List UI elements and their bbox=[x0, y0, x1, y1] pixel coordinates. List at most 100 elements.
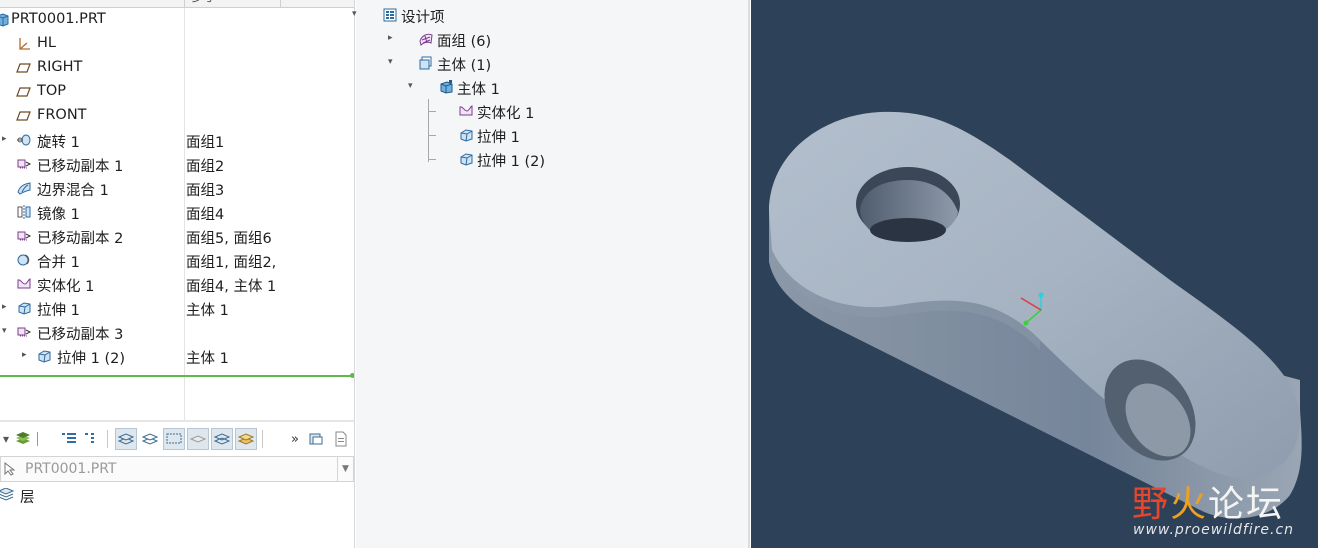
tree-item-label: 边界混合 1 bbox=[37, 183, 109, 199]
extrude-icon bbox=[458, 127, 474, 143]
layers-icon[interactable] bbox=[12, 428, 34, 450]
design-item[interactable]: ▾ 主体 (1) bbox=[356, 51, 736, 75]
insert-indicator-handle[interactable] bbox=[350, 373, 354, 378]
tree-item-label: 已移动副本 2 bbox=[37, 231, 124, 247]
quilt-icon bbox=[418, 31, 434, 47]
layer-label: 层 bbox=[20, 490, 35, 506]
layer-properties-icon[interactable] bbox=[235, 428, 257, 450]
tree-item-reference: 主体 1 bbox=[186, 303, 229, 319]
tree-item[interactable]: ▸ 拉伸 1 主体 1 bbox=[0, 296, 354, 320]
toolbar-separator bbox=[107, 430, 108, 448]
tree-item-reference: 面组3 bbox=[186, 183, 225, 199]
pointer-icon bbox=[4, 462, 15, 476]
3d-model-view[interactable] bbox=[751, 0, 1318, 548]
layer-unblank-icon[interactable] bbox=[211, 428, 233, 450]
tree-item-label: 拉伸 1 (2) bbox=[57, 351, 125, 367]
bodies-icon bbox=[418, 55, 434, 71]
design-item-label: 设计项 bbox=[401, 10, 445, 26]
expand-down-icon[interactable]: ▾ bbox=[388, 57, 393, 67]
moved-copy-icon bbox=[16, 156, 32, 172]
tree-item[interactable]: 镜像 1 面组4 bbox=[0, 200, 354, 224]
tree-item-label: TOP bbox=[37, 83, 67, 99]
moved-copy-icon bbox=[16, 228, 32, 244]
tree-item[interactable]: 合并 1 面组1, 面组2, bbox=[0, 248, 354, 272]
watermark-part3: 论坛 bbox=[1208, 484, 1285, 525]
watermark-part1: 野 bbox=[1132, 484, 1171, 525]
tree-item[interactable]: ▸ 旋转 1 面组1 bbox=[0, 128, 354, 152]
layer-blank-icon[interactable] bbox=[187, 428, 209, 450]
toolbar-grip bbox=[37, 432, 38, 446]
tree-item[interactable]: 边界混合 1 面组3 bbox=[0, 176, 354, 200]
tree-item[interactable]: TOP bbox=[0, 80, 354, 104]
layer-settings-icon[interactable] bbox=[305, 428, 327, 450]
expand-right-icon[interactable]: ▸ bbox=[388, 33, 393, 43]
expand-down-icon[interactable]: ▾ bbox=[2, 326, 12, 336]
csys-icon bbox=[16, 36, 32, 52]
design-item-label: 拉伸 1 bbox=[477, 130, 520, 146]
layer-isolate-icon[interactable] bbox=[163, 428, 185, 450]
expand-down-icon[interactable]: ▾ bbox=[352, 9, 357, 19]
expand-right-icon[interactable]: ▸ bbox=[22, 350, 32, 360]
design-item[interactable]: ▸ 面组 (6) bbox=[356, 27, 736, 51]
datum-plane-icon bbox=[16, 60, 32, 76]
design-item[interactable]: 拉伸 1 (2) bbox=[356, 147, 736, 171]
document-icon[interactable] bbox=[330, 428, 352, 450]
design-item[interactable]: 拉伸 1 bbox=[356, 123, 736, 147]
tree-item[interactable]: 已移动副本 2 面组5, 面组6 bbox=[0, 224, 354, 248]
tree-item[interactable]: 实体化 1 面组4, 主体 1 bbox=[0, 272, 354, 296]
design-item[interactable]: ▾ 主体 1 bbox=[356, 75, 736, 99]
extrude-icon bbox=[458, 151, 474, 167]
tree-item[interactable]: RIGHT bbox=[0, 56, 354, 80]
active-model-select[interactable]: PRT0001.PRT ▼ bbox=[0, 456, 354, 482]
tree-item-label: 镜像 1 bbox=[37, 207, 80, 223]
body-icon bbox=[438, 79, 454, 95]
tree-item[interactable]: FRONT bbox=[0, 104, 354, 128]
layer-hide-icon[interactable] bbox=[139, 428, 161, 450]
moved-copy-icon bbox=[16, 324, 32, 340]
tree-item-label: 旋转 1 bbox=[37, 135, 80, 151]
column-header-reference[interactable]: 参考 bbox=[190, 0, 214, 5]
expand-all-icon[interactable] bbox=[58, 428, 80, 450]
part-icon bbox=[0, 12, 10, 28]
design-items-icon bbox=[382, 7, 398, 23]
tree-item-reference: 面组2 bbox=[186, 159, 225, 175]
design-item[interactable]: ▾ 设计项 bbox=[352, 3, 736, 27]
tree-item-label: FRONT bbox=[37, 107, 87, 123]
chevron-down-icon[interactable]: ▼ bbox=[337, 457, 353, 481]
tree-item-label: PRT0001.PRT bbox=[11, 11, 106, 27]
tree-item[interactable]: 已移动副本 1 面组2 bbox=[0, 152, 354, 176]
tree-item-label: 已移动副本 3 bbox=[37, 327, 124, 343]
solidify-icon bbox=[16, 276, 32, 292]
expand-right-icon[interactable]: ▸ bbox=[2, 302, 12, 312]
more-chevron-icon[interactable]: » bbox=[284, 428, 306, 450]
layer-tree-root[interactable]: 层 bbox=[0, 485, 200, 507]
design-item-label: 实体化 1 bbox=[477, 106, 535, 122]
layer-show-icon[interactable] bbox=[115, 428, 137, 450]
extrude-icon bbox=[16, 300, 32, 316]
collapse-all-icon[interactable] bbox=[80, 428, 102, 450]
insert-here-indicator[interactable] bbox=[0, 375, 352, 377]
column-divider[interactable] bbox=[280, 0, 281, 8]
layers-icon bbox=[0, 488, 14, 501]
tree-item[interactable]: ▸ 拉伸 1 (2) 主体 1 bbox=[0, 344, 354, 368]
tree-item-label: RIGHT bbox=[37, 59, 83, 75]
design-item[interactable]: 实体化 1 bbox=[356, 99, 736, 123]
tree-item[interactable]: PRT0001.PRT bbox=[0, 8, 354, 32]
solidify-icon bbox=[458, 103, 474, 119]
dropdown-arrow-icon[interactable]: ▾ bbox=[0, 428, 12, 450]
tree-item[interactable]: HL bbox=[0, 32, 354, 56]
panel-splitter[interactable] bbox=[0, 420, 354, 422]
expand-down-icon[interactable]: ▾ bbox=[408, 81, 413, 91]
boundary-blend-icon bbox=[16, 180, 32, 196]
expand-right-icon[interactable]: ▸ bbox=[2, 134, 12, 144]
column-divider[interactable] bbox=[184, 0, 185, 8]
graphics-viewport[interactable] bbox=[751, 0, 1318, 548]
tree-item-label: 拉伸 1 bbox=[37, 303, 80, 319]
watermark-logo: 野火论坛 bbox=[1132, 475, 1284, 527]
model-tree-header[interactable]: 参考 bbox=[0, 0, 354, 8]
tree-item[interactable]: ▾ 已移动副本 3 bbox=[0, 320, 354, 344]
tree-item-label: 实体化 1 bbox=[37, 279, 95, 295]
design-item-label: 主体 (1) bbox=[437, 58, 492, 74]
tree-item-label: HL bbox=[37, 35, 56, 51]
tree-item-reference: 面组5, 面组6 bbox=[186, 231, 272, 247]
